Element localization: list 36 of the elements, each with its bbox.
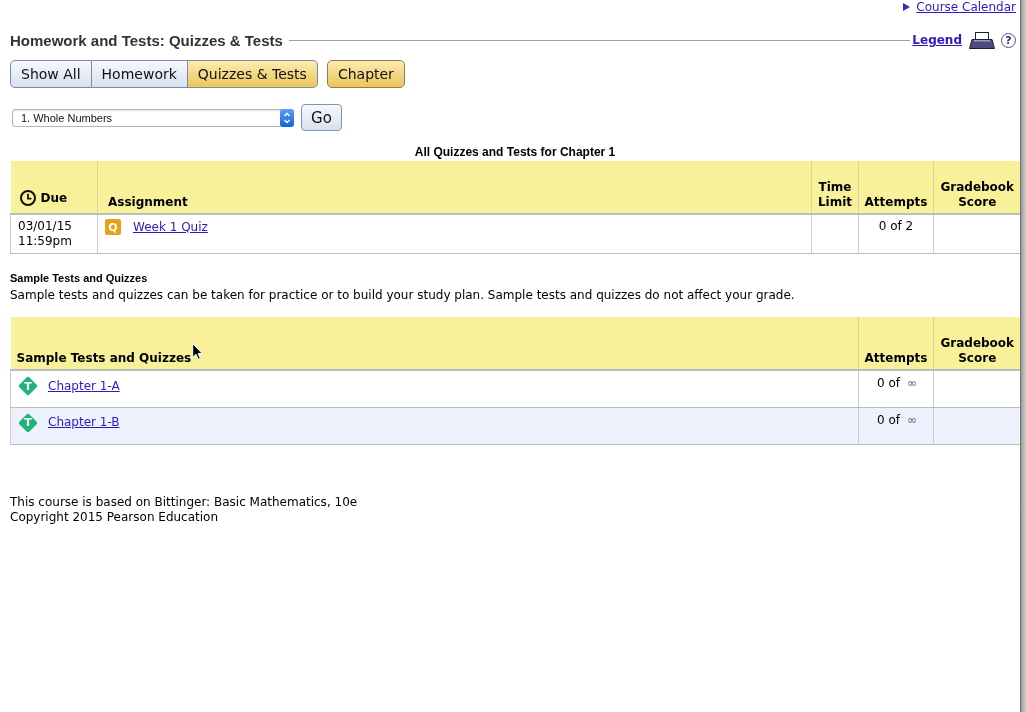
triangle-icon <box>903 3 911 11</box>
scroll-bar[interactable] <box>1020 0 1026 712</box>
go-button[interactable]: Go <box>301 104 342 131</box>
due-date: 03/01/15 11:59pm <box>18 219 72 248</box>
table-caption: All Quizzes and Tests for Chapter 1 <box>414 145 616 159</box>
footer-text: Copyright 2015 Pearson Education <box>10 509 219 524</box>
filter-tab[interactable]: Homework <box>91 60 188 88</box>
filter-tab[interactable]: Show All <box>10 60 92 88</box>
course-calendar-link[interactable]: Course Calendar <box>916 0 1016 14</box>
section-description: Sample tests and quizzes can be taken for practice or to build your study plan. Sample tests and quizzes do not affect your grade. <box>10 288 795 302</box>
chapter-button[interactable]: Chapter <box>326 60 405 88</box>
chapter-select[interactable]: 1. Whole Numbers <box>12 108 294 127</box>
up-down-arrows-icon <box>280 108 294 127</box>
help-button[interactable]: ? <box>1001 32 1016 48</box>
column-header: Attempts <box>864 351 928 365</box>
assignment-link[interactable]: Week 1 Quiz <box>133 219 208 235</box>
section-heading: Sample Tests and Quizzes <box>10 272 148 284</box>
attempts-text: 0 of 2 <box>878 219 914 233</box>
column-header: Sample Tests and Quizzes <box>15 351 192 365</box>
column-header: Attempts <box>864 195 928 209</box>
attempts-text: 0 of ∞ <box>877 412 917 427</box>
printer-icon[interactable] <box>969 31 995 49</box>
quiz-icon: Q <box>105 219 121 235</box>
sample-test-link[interactable]: Chapter 1-A <box>48 378 120 394</box>
column-header: Time Limit <box>817 180 853 209</box>
column-header: Gradebook Score <box>940 336 1015 365</box>
attempts-text: 0 of ∞ <box>877 376 917 390</box>
legend-link[interactable]: Legend <box>912 33 962 47</box>
clock-icon <box>19 190 36 206</box>
mouse-pointer-icon <box>192 343 204 360</box>
footer-text: This course is based on Bittinger: Basic Mathematics, 10e <box>10 494 358 509</box>
column-header: Assignment <box>107 195 188 209</box>
sample-test-link[interactable]: Chapter 1-B <box>48 415 120 430</box>
column-header: Gradebook Score <box>940 180 1015 209</box>
filter-tab[interactable]: Quizzes & Tests <box>187 60 318 88</box>
column-header: Due <box>40 190 68 206</box>
